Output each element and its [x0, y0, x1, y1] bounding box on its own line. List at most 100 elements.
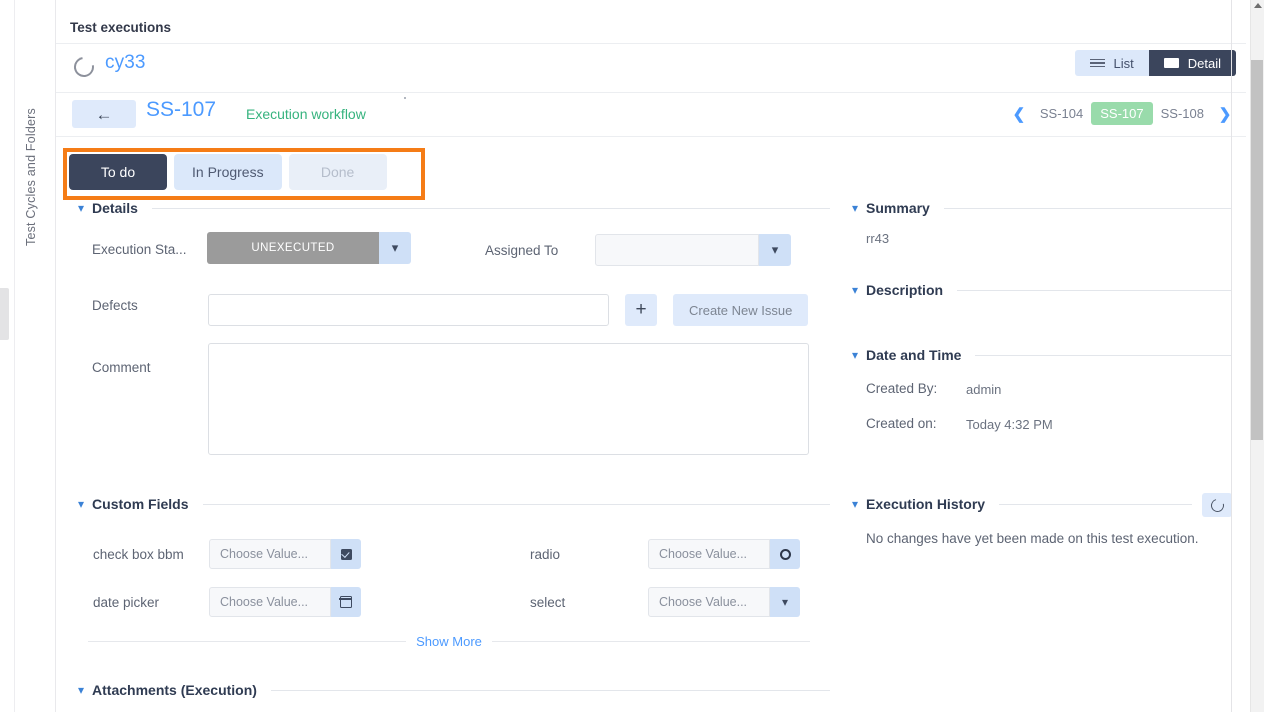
section-attachments-title: Attachments (Execution)	[92, 682, 257, 698]
create-new-issue-button[interactable]: Create New Issue	[673, 294, 808, 326]
view-mode-toggle: List Detail	[1075, 50, 1236, 76]
section-details-header[interactable]: ▾ Details	[78, 200, 830, 216]
refresh-icon	[1208, 496, 1226, 514]
custom-field-control-checkbox: Choose Value...	[209, 539, 361, 569]
view-mode-list-label: List	[1114, 56, 1134, 71]
section-date-and-time-title: Date and Time	[866, 347, 961, 363]
assigned-to-label: Assigned To	[485, 243, 558, 258]
chevron-left-icon[interactable]: ❮	[1006, 105, 1032, 123]
defects-input[interactable]	[208, 294, 609, 326]
summary-value: rr43	[866, 231, 889, 246]
workflow-button-todo[interactable]: To do	[69, 154, 167, 190]
checkbox-icon[interactable]	[331, 539, 361, 569]
assigned-to-chevron-down-icon[interactable]: ▾	[759, 234, 791, 266]
custom-field-value-checkbox[interactable]: Choose Value...	[209, 539, 331, 569]
execution-status-control: UNEXECUTED ▾	[207, 232, 411, 264]
section-attachments-header[interactable]: ▾ Attachments (Execution)	[78, 682, 830, 698]
chevron-down-icon[interactable]: ▾	[770, 587, 800, 617]
cycle-header-row: cy33 List Detail	[56, 44, 1246, 92]
section-divider-line	[957, 290, 1232, 291]
page-scrollbar-track[interactable]	[1250, 0, 1264, 712]
custom-field-label-checkbox: check box bbm	[93, 547, 184, 562]
section-details-title: Details	[92, 200, 138, 216]
created-on-value: Today 4:32 PM	[966, 417, 1053, 432]
plus-icon[interactable]: +	[625, 294, 657, 326]
execution-status-label: Execution Sta...	[92, 242, 187, 257]
section-summary-title: Summary	[866, 200, 930, 216]
panel-right-edge	[1231, 0, 1232, 712]
defects-label: Defects	[92, 298, 138, 313]
page-scrollbar-thumb[interactable]	[1251, 60, 1263, 440]
custom-field-value-radio[interactable]: Choose Value...	[648, 539, 770, 569]
pager-item-next[interactable]: SS-108	[1153, 103, 1212, 124]
assigned-to-control: ▾	[595, 234, 791, 266]
created-by-value: admin	[966, 382, 1001, 397]
section-divider-line	[203, 504, 831, 505]
section-divider-line	[944, 208, 1232, 209]
sidebar-vertical-label: Test Cycles and Folders	[24, 77, 38, 277]
section-date-and-time-header[interactable]: ▾ Date and Time	[852, 347, 1232, 363]
chevron-down-icon: ▾	[78, 498, 84, 510]
issue-subtitle: Execution workflow	[246, 106, 366, 122]
custom-field-control-date-picker: Choose Value...	[209, 587, 361, 617]
issue-key[interactable]: SS-107	[146, 98, 216, 122]
view-mode-list-button[interactable]: List	[1075, 50, 1149, 76]
chevron-down-icon: ▾	[852, 202, 858, 214]
section-divider-line	[152, 208, 830, 209]
calendar-icon[interactable]	[331, 587, 361, 617]
section-divider-line	[271, 690, 830, 691]
section-description-title: Description	[866, 282, 943, 298]
custom-field-label-date-picker: date picker	[93, 595, 159, 610]
decorative-dot	[404, 97, 406, 99]
divider-issue	[56, 136, 1246, 137]
view-mode-detail-label: Detail	[1188, 56, 1221, 71]
left-sidebar-rail: Test Cycles and Folders	[0, 0, 56, 712]
created-on-label: Created on:	[866, 416, 937, 431]
show-more-row: Show More	[88, 634, 810, 649]
pager-item-current[interactable]: SS-107	[1091, 102, 1152, 125]
chevron-down-icon: ▾	[78, 684, 84, 696]
workflow-button-done: Done	[289, 154, 387, 190]
custom-field-control-select: Choose Value... ▾	[648, 587, 800, 617]
execution-status-badge: UNEXECUTED	[207, 232, 379, 264]
show-more-line-left	[88, 641, 406, 642]
detail-panel: Test executions cy33 List Detail ←	[56, 0, 1246, 712]
app-root: Test Cycles and Folders Test executions …	[0, 0, 1264, 712]
section-divider-line	[999, 504, 1192, 505]
arrow-left-icon: ←	[96, 106, 113, 123]
assigned-to-value[interactable]	[595, 234, 759, 266]
custom-field-control-radio: Choose Value...	[648, 539, 800, 569]
detail-card-icon	[1164, 58, 1179, 68]
show-more-link[interactable]: Show More	[416, 634, 482, 649]
execution-status-dropdown-chevron-down-icon[interactable]: ▾	[379, 232, 411, 264]
comment-textarea[interactable]	[208, 343, 809, 455]
chevron-down-icon: ▾	[852, 284, 858, 296]
issue-header-row: ← SS-107 Execution workflow ❮ SS-104 SS-…	[56, 93, 1246, 137]
custom-field-value-select[interactable]: Choose Value...	[648, 587, 770, 617]
radio-icon[interactable]	[770, 539, 800, 569]
refresh-icon[interactable]	[70, 53, 98, 81]
back-button[interactable]: ←	[72, 100, 136, 128]
section-execution-history-header[interactable]: ▾ Execution History	[852, 496, 1192, 512]
section-custom-fields-header[interactable]: ▾ Custom Fields	[78, 496, 830, 512]
custom-field-label-select: select	[530, 595, 565, 610]
breadcrumb: Test executions	[70, 20, 171, 35]
view-mode-detail-button[interactable]: Detail	[1149, 50, 1236, 76]
scroll-up-arrow-icon[interactable]	[1254, 3, 1262, 8]
section-divider-line	[975, 355, 1232, 356]
chevron-right-icon[interactable]: ❯	[1212, 105, 1238, 123]
section-custom-fields-title: Custom Fields	[92, 496, 188, 512]
pager-item-prev[interactable]: SS-104	[1032, 103, 1091, 124]
workflow-status-buttons: To do In Progress Done	[69, 154, 387, 190]
issue-pager: ❮ SS-104 SS-107 SS-108 ❯	[1006, 102, 1238, 125]
list-lines-icon	[1090, 59, 1105, 68]
section-summary-header[interactable]: ▾ Summary	[852, 200, 1232, 216]
execution-history-refresh-button[interactable]	[1202, 493, 1232, 517]
chevron-down-icon: ▾	[852, 349, 858, 361]
section-execution-history-title: Execution History	[866, 496, 985, 512]
execution-history-empty-message: No changes have yet been made on this te…	[866, 531, 1198, 546]
cycle-name-link[interactable]: cy33	[105, 52, 146, 74]
section-description-header[interactable]: ▾ Description	[852, 282, 1232, 298]
custom-field-value-date-picker[interactable]: Choose Value...	[209, 587, 331, 617]
workflow-button-in-progress[interactable]: In Progress	[174, 154, 282, 190]
